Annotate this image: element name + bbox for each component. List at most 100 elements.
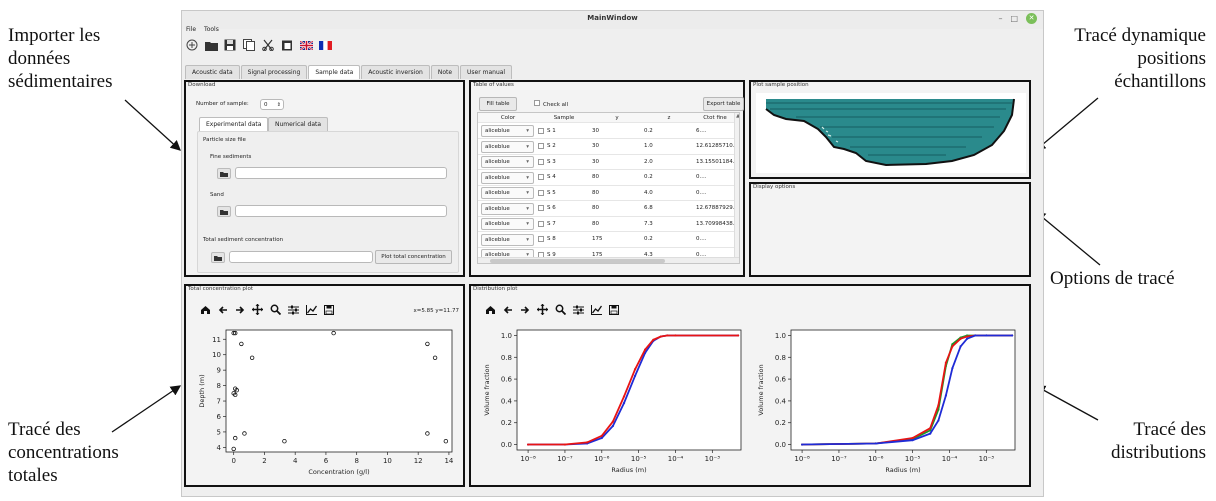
ctot-fine-cell[interactable]: 6.... (694, 123, 734, 138)
z-cell[interactable]: 7.3 (642, 216, 694, 231)
sample-cell[interactable]: S 3 (536, 154, 590, 169)
z-cell[interactable]: 0.2 (642, 232, 694, 247)
ctot-fine-cell[interactable]: 0.... (694, 170, 734, 185)
z-cell[interactable]: 0.2 (642, 170, 694, 185)
sample-cell[interactable]: S 6 (536, 201, 590, 216)
tab-acoustic-data[interactable]: Acoustic data (185, 65, 240, 79)
y-cell[interactable]: 80 (590, 170, 642, 185)
tab-note[interactable]: Note (430, 65, 460, 79)
scrollbar-thumb[interactable] (490, 259, 665, 263)
sample-cell[interactable]: S 4 (536, 170, 590, 185)
ctot-fine-cell[interactable]: 0.... (694, 232, 734, 247)
y-cell[interactable]: 30 (590, 139, 642, 154)
sample-cell[interactable]: S 5 (536, 185, 590, 200)
save-figure-icon[interactable] (609, 304, 619, 315)
sample-checkbox[interactable] (538, 143, 544, 149)
add-icon[interactable] (185, 38, 199, 52)
plot-total-concentration-button[interactable]: Plot total concentration (375, 250, 452, 264)
sample-checkbox[interactable] (538, 158, 544, 165)
y-cell[interactable]: 30 (590, 154, 642, 169)
tab-acoustic-inversion[interactable]: Acoustic inversion (361, 65, 430, 79)
z-cell[interactable]: 6.8 (642, 201, 694, 216)
total-concentration-open-button[interactable] (211, 252, 225, 263)
color-combobox[interactable]: aliceblue (481, 125, 534, 137)
fine-sediments-path-field[interactable] (235, 167, 447, 179)
back-icon[interactable] (503, 305, 513, 315)
y-cell[interactable]: 80 (590, 216, 642, 231)
y-cell[interactable]: 30 (590, 123, 642, 138)
table-row[interactable]: aliceblue S 1 300.26.... (478, 123, 739, 139)
z-cell[interactable]: 1.0 (642, 139, 694, 154)
checkbox-icon[interactable] (534, 100, 540, 106)
sample-checkbox[interactable] (538, 220, 544, 227)
sample-checkbox[interactable] (538, 127, 544, 134)
sand-path-field[interactable] (235, 205, 447, 217)
sample-checkbox[interactable] (538, 205, 544, 211)
ctot-fine-cell[interactable]: 13.70998438... (694, 216, 734, 231)
sample-cell[interactable]: S 2 (536, 139, 590, 154)
tab-sample-data[interactable]: Sample data (308, 65, 361, 79)
ctot-fine-cell[interactable]: 13.15501184... (694, 154, 734, 169)
sample-position-plot[interactable] (756, 93, 1026, 173)
fill-table-button[interactable]: Fill table (479, 97, 517, 111)
menu-tools[interactable]: Tools (204, 26, 219, 33)
configure-subplots-icon[interactable] (573, 305, 584, 315)
y-cell[interactable]: 80 (590, 201, 642, 216)
export-table-button[interactable]: Export table (703, 97, 744, 111)
scrollbar-up-icon[interactable]: ▲ (735, 113, 739, 119)
sample-checkbox[interactable] (538, 189, 544, 196)
z-cell[interactable]: 2.0 (642, 154, 694, 169)
close-icon[interactable]: ✕ (1026, 13, 1037, 24)
check-all-checkbox[interactable]: Check all (534, 100, 568, 108)
horizontal-scrollbar[interactable] (478, 257, 739, 263)
home-icon[interactable] (485, 305, 496, 315)
color-combobox[interactable]: aliceblue (481, 202, 534, 215)
subtab-numerical-data[interactable]: Numerical data (268, 117, 329, 131)
ctot-fine-cell[interactable]: 12.67887929... (694, 201, 734, 216)
configure-subplots-icon[interactable] (288, 305, 299, 315)
flag-uk-icon[interactable] (299, 38, 313, 52)
table-row[interactable]: aliceblue S 4 800.20.... (478, 170, 739, 186)
color-combobox[interactable]: aliceblue (481, 187, 534, 199)
table-row[interactable]: aliceblue S 3 302.013.15501184... (478, 154, 739, 170)
distribution-chart-left[interactable]: 10⁻⁸ 10⁻⁷ 10⁻⁶ 10⁻⁵ 10⁻⁴ 10⁻³ 0.0 0.2 0.4 0.6 0.8 1… (477, 324, 749, 484)
forward-icon[interactable] (235, 305, 245, 315)
sample-cell[interactable]: S 8 (536, 232, 590, 247)
z-cell[interactable]: 0.2 (642, 123, 694, 138)
home-icon[interactable] (200, 305, 211, 315)
maximize-icon[interactable]: □ (1010, 14, 1018, 23)
tab-user-manual[interactable]: User manual (460, 65, 513, 79)
sample-cell[interactable]: S 1 (536, 123, 590, 138)
subtab-experimental-data[interactable]: Experimental data (199, 117, 269, 131)
save-figure-icon[interactable] (324, 304, 334, 315)
flag-fr-icon[interactable] (318, 38, 332, 52)
forward-icon[interactable] (520, 305, 530, 315)
pan-icon[interactable] (537, 304, 548, 315)
ctot-fine-cell[interactable]: 12.61285710... (694, 139, 734, 154)
table-row[interactable]: aliceblue S 7 807.313.70998438... (478, 216, 739, 232)
save-icon[interactable] (223, 38, 237, 52)
tab-signal-processing[interactable]: Signal processing (240, 65, 308, 79)
cut-icon[interactable] (261, 38, 275, 52)
spin-arrows-icon[interactable]: ⇕ (277, 100, 281, 110)
distribution-chart-right[interactable]: 10⁻⁸ 10⁻⁷ 10⁻⁶ 10⁻⁵ 10⁻⁴ 10⁻³ 0.0 0.2 0.4 0.6 0.8 1… (751, 324, 1023, 484)
pan-icon[interactable] (252, 304, 263, 315)
menu-file[interactable]: File (186, 26, 196, 33)
concentration-chart[interactable]: 0 2 4 6 8 10 12 14 4 5 6 7 8 9 10 11 Concentration (g/l)… (190, 324, 458, 484)
vertical-scrollbar[interactable]: ▲ (734, 113, 739, 257)
table-row[interactable]: aliceblue S 2 301.012.61285710... (478, 139, 739, 155)
total-concentration-path-field[interactable] (229, 251, 373, 263)
sand-open-button[interactable] (217, 206, 231, 217)
sample-checkbox[interactable] (538, 236, 544, 242)
zoom-icon[interactable] (555, 304, 566, 315)
copy-icon[interactable] (242, 38, 256, 52)
fine-sediments-open-button[interactable] (217, 168, 231, 179)
edit-axis-icon[interactable] (306, 304, 317, 315)
folder-icon[interactable] (204, 38, 218, 52)
color-combobox[interactable]: aliceblue (481, 156, 534, 168)
minimize-icon[interactable]: – (998, 14, 1002, 23)
y-cell[interactable]: 80 (590, 185, 642, 200)
paste-icon[interactable] (280, 38, 294, 52)
table-row[interactable]: aliceblue S 6 806.812.67887929... (478, 201, 739, 217)
color-combobox[interactable]: aliceblue (481, 171, 534, 184)
